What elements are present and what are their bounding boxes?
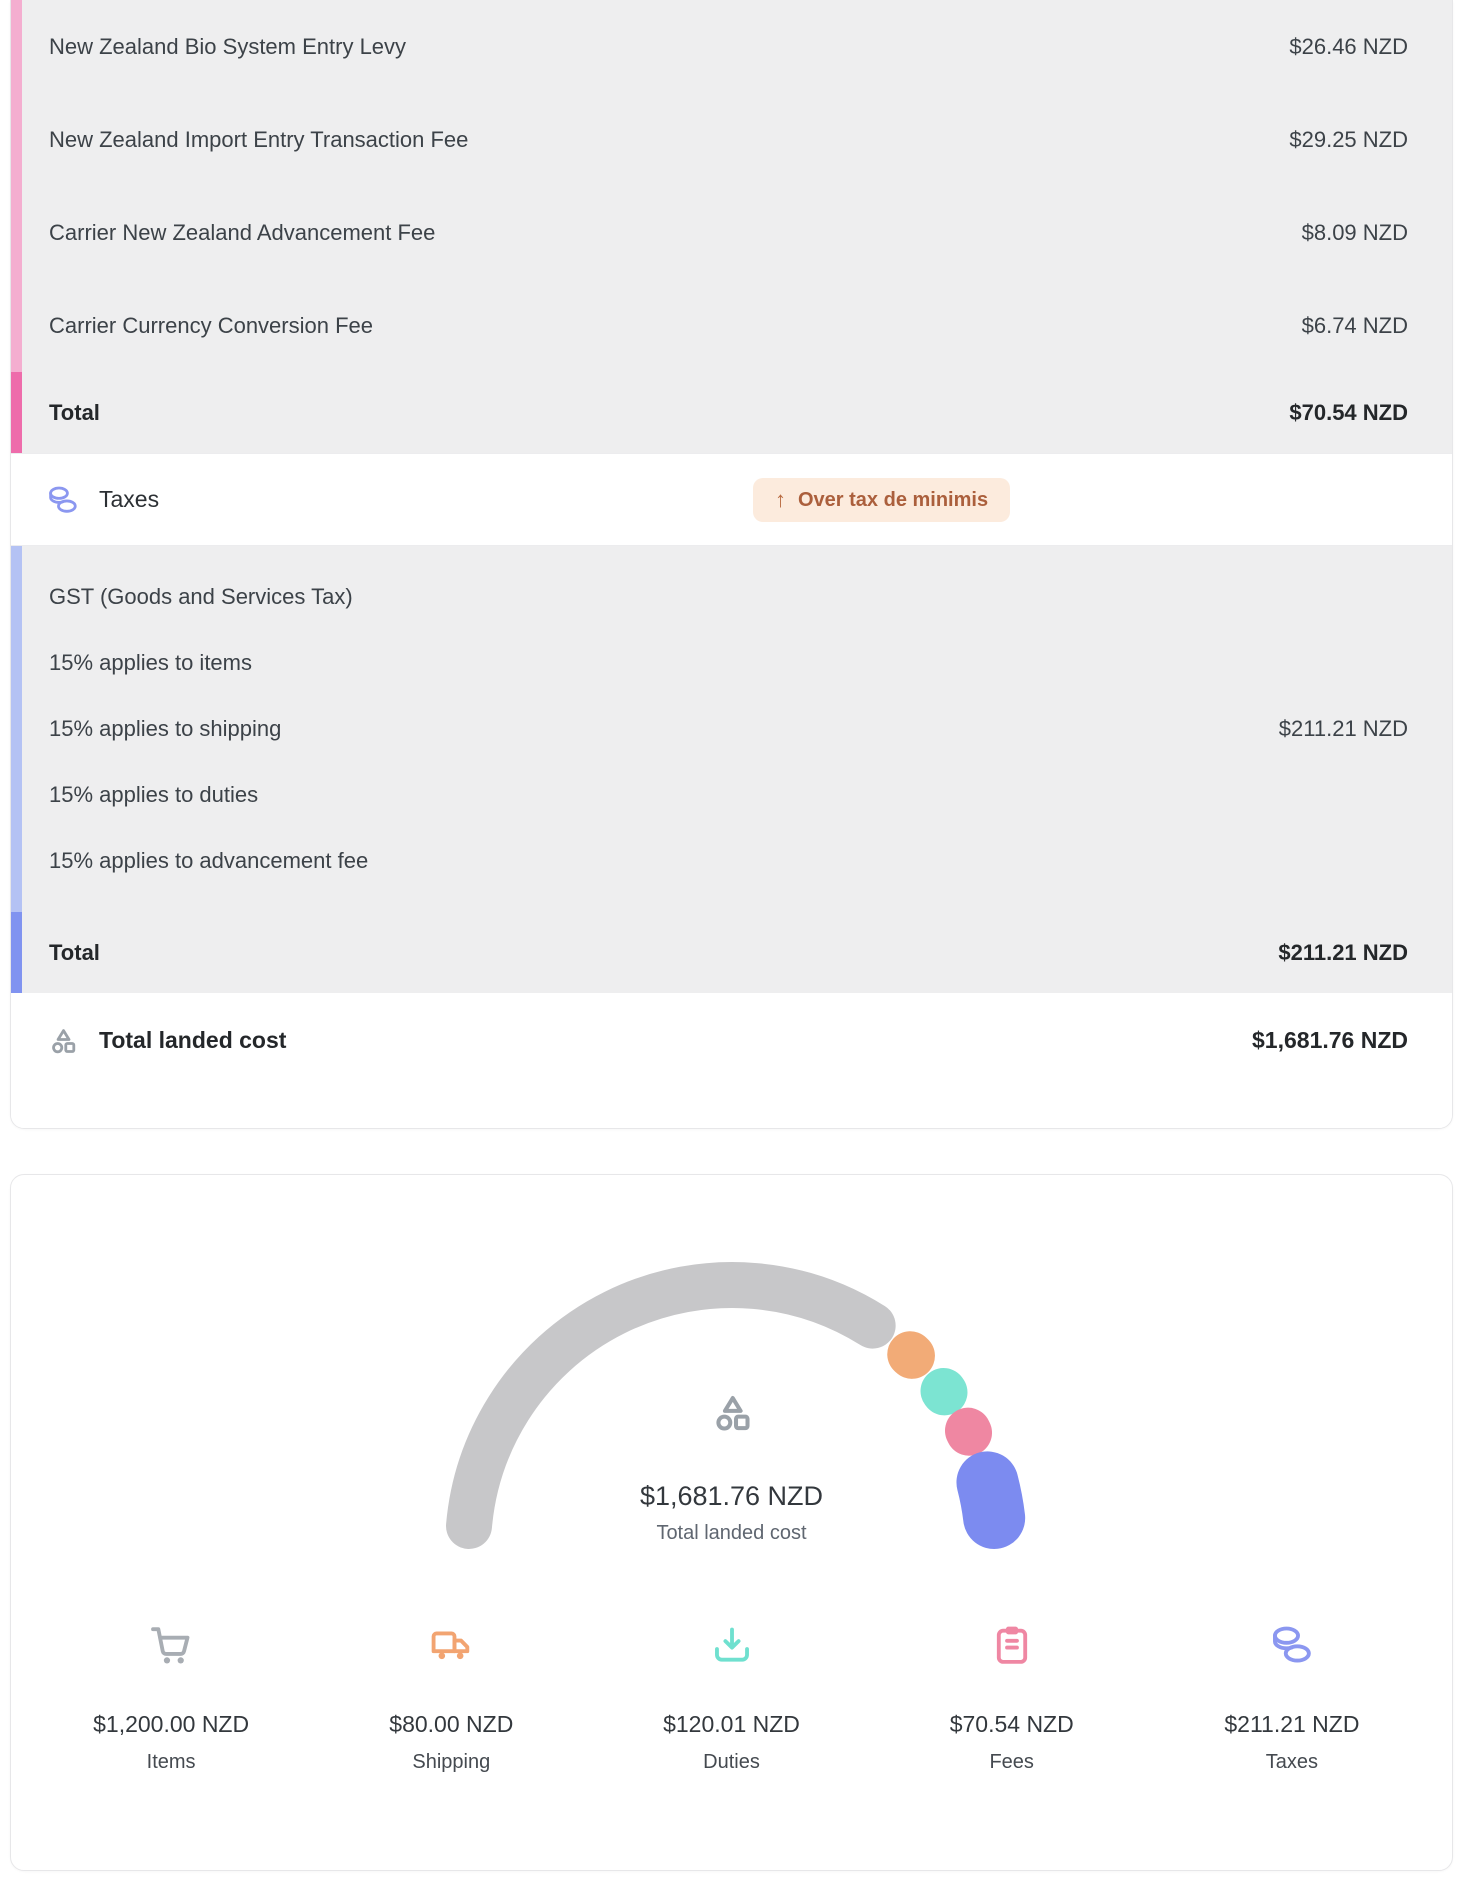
breakdown-item-items[interactable]: $1,200.00 NZD Items (31, 1623, 311, 1774)
download-icon (710, 1623, 754, 1667)
fee-label: New Zealand Bio System Entry Levy (49, 34, 406, 60)
tax-detail-label: 15% applies to advancement fee (49, 848, 368, 874)
tax-detail-label: 15% applies to shipping (49, 716, 281, 742)
coins-icon (1270, 1623, 1314, 1667)
tax-detail-row: 15% applies to items (11, 630, 1452, 696)
tax-detail-amount: $211.21 NZD (1279, 716, 1408, 742)
breakdown-item-shipping[interactable]: $80.00 NZD Shipping (311, 1623, 591, 1774)
fee-label: Carrier Currency Conversion Fee (49, 313, 373, 339)
taxes-total-amount: $211.21 NZD (1278, 940, 1408, 966)
tax-detail-row: 15% applies to advancement fee (11, 828, 1452, 894)
fee-accent-bar (11, 93, 22, 186)
coins-icon (47, 484, 79, 516)
fees-total-label: Total (49, 400, 100, 426)
fees-total-row: Total $70.54 NZD (11, 372, 1452, 453)
breakdown-label: Shipping (412, 1751, 490, 1774)
fee-row: Carrier New Zealand Advancement Fee $8.0… (11, 186, 1452, 279)
total-landed-cost-amount: $1,681.76 NZD (1252, 1027, 1408, 1054)
clipboard-icon (990, 1623, 1034, 1667)
over-tax-de-minimis-badge: ↑ Over tax de minimis (753, 478, 1010, 522)
fee-accent-bar (11, 186, 22, 279)
gauge-segment-duties[interactable] (943, 1391, 944, 1392)
cost-breakdown-legend: $1,200.00 NZD Items $80.00 NZD Shipping … (11, 1623, 1452, 1774)
landed-cost-panel: New Zealand Bio System Entry Levy $26.46… (10, 0, 1453, 1871)
tax-detail-row: 15% applies to shipping $211.21 NZD (11, 696, 1452, 762)
tax-detail-label: 15% applies to duties (49, 782, 258, 808)
taxes-total-label: Total (49, 940, 100, 966)
total-landed-cost-row: Total landed cost $1,681.76 NZD (11, 993, 1452, 1088)
landed-cost-gauge[interactable] (402, 1237, 1062, 1589)
taxes-section-title: Taxes (99, 486, 159, 513)
tax-detail-label: 15% applies to items (49, 650, 252, 676)
breakdown-item-fees[interactable]: $70.54 NZD Fees (872, 1623, 1152, 1774)
tax-detail-row: GST (Goods and Services Tax) (11, 564, 1452, 630)
fee-amount: $8.09 NZD (1302, 220, 1408, 246)
fee-row: New Zealand Bio System Entry Levy $26.46… (11, 0, 1452, 93)
gst-row-list: GST (Goods and Services Tax) 15% applies… (11, 546, 1452, 912)
fee-accent-bar (11, 0, 22, 93)
fee-amount: $26.46 NZD (1289, 34, 1408, 60)
breakdown-amount: $120.01 NZD (663, 1711, 800, 1738)
breakdown-item-taxes[interactable]: $211.21 NZD Taxes (1152, 1623, 1432, 1774)
fee-row: Carrier Currency Conversion Fee $6.74 NZ… (11, 279, 1452, 372)
fees-total-accent-bar (11, 372, 22, 453)
breakdown-label: Taxes (1266, 1751, 1318, 1774)
breakdown-label: Duties (703, 1751, 760, 1774)
fee-amount: $6.74 NZD (1302, 313, 1408, 339)
fee-label: Carrier New Zealand Advancement Fee (49, 220, 435, 246)
gauge-segment-taxes[interactable] (987, 1482, 994, 1518)
fee-label: New Zealand Import Entry Transaction Fee (49, 127, 468, 153)
taxes-section-header: Taxes ↑ Over tax de minimis (11, 453, 1452, 546)
fee-row: New Zealand Import Entry Transaction Fee… (11, 93, 1452, 186)
gauge-segment-fees[interactable] (967, 1431, 968, 1433)
taxes-total-row: Total $211.21 NZD (11, 912, 1452, 993)
breakdown-label: Items (147, 1751, 196, 1774)
breakdown-amount: $211.21 NZD (1224, 1711, 1359, 1738)
cart-icon (149, 1623, 193, 1667)
taxes-total-accent-bar (11, 912, 22, 993)
cost-breakdown-card: New Zealand Bio System Entry Levy $26.46… (10, 0, 1453, 1129)
breakdown-amount: $1,200.00 NZD (93, 1711, 249, 1738)
gauge-segment-shipping[interactable] (910, 1354, 912, 1356)
tax-detail-row: 15% applies to duties (11, 762, 1452, 828)
breakdown-amount: $80.00 NZD (389, 1711, 513, 1738)
fee-accent-bar (11, 279, 22, 372)
fees-row-list: New Zealand Bio System Entry Levy $26.46… (11, 0, 1452, 372)
fee-amount: $29.25 NZD (1289, 127, 1408, 153)
breakdown-item-duties[interactable]: $120.01 NZD Duties (591, 1623, 871, 1774)
landed-cost-chart-card: $1,681.76 NZD Total landed cost $1,200.0… (10, 1174, 1453, 1871)
breakdown-amount: $70.54 NZD (950, 1711, 1074, 1738)
total-landed-cost-label: Total landed cost (99, 1027, 286, 1054)
gauge-segment-items[interactable] (469, 1285, 873, 1526)
shapes-icon (47, 1025, 79, 1057)
badge-text: Over tax de minimis (798, 490, 988, 510)
breakdown-label: Fees (989, 1751, 1033, 1774)
fees-total-amount: $70.54 NZD (1289, 400, 1408, 426)
tax-detail-label: GST (Goods and Services Tax) (49, 584, 353, 610)
arrow-up-icon: ↑ (775, 489, 786, 511)
truck-icon (429, 1623, 473, 1667)
